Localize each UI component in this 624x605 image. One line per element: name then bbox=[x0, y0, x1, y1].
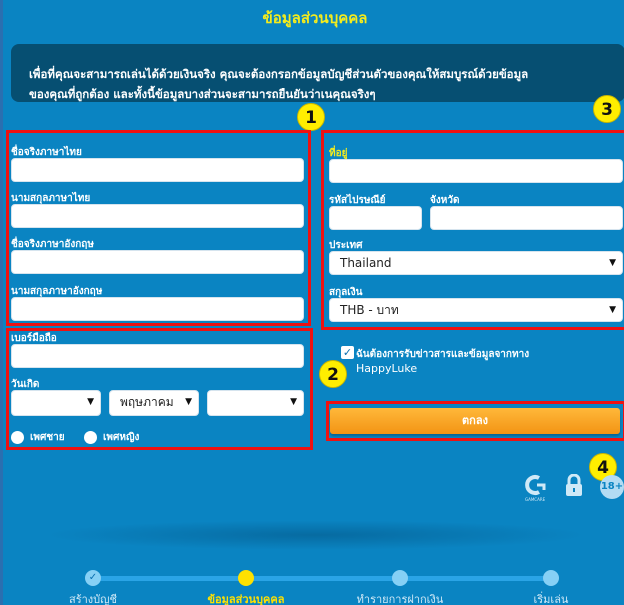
gender-male-option[interactable]: เพศชาย bbox=[11, 430, 65, 445]
age-18-icon: 18+ bbox=[600, 475, 624, 499]
dropdown-arrow-icon: ▼ bbox=[609, 258, 616, 268]
info-text-line1: เพื่อที่คุณจะสามารถเล่นได้ด้วยเงินจริง ค… bbox=[29, 67, 529, 81]
birth-day-select[interactable]: ▼ bbox=[11, 390, 101, 416]
submit-button[interactable]: ตกลง bbox=[330, 408, 620, 434]
newsletter-label-line1: ฉันต้องการรับข่าวสารและข้อมูลจากทาง bbox=[356, 349, 530, 360]
step-1-check-icon: ✓ bbox=[85, 570, 101, 586]
gamcare-icon bbox=[525, 474, 549, 498]
step-1-label: สร้างบัญชี bbox=[69, 593, 117, 605]
gender-female-option[interactable]: เพศหญิง bbox=[84, 430, 139, 445]
address-input[interactable] bbox=[329, 159, 623, 183]
mobile-input[interactable] bbox=[11, 344, 304, 368]
annotation-badge-1: 1 bbox=[297, 103, 325, 131]
country-value: Thailand bbox=[340, 256, 392, 270]
first-name-th-input[interactable] bbox=[11, 158, 304, 182]
gamcare-text: GAMCARE bbox=[525, 497, 546, 502]
postcode-input[interactable] bbox=[329, 206, 422, 230]
last-name-en-input[interactable] bbox=[11, 297, 304, 321]
gender-male-label: เพศชาย bbox=[30, 432, 65, 443]
step-4-dot bbox=[543, 570, 559, 586]
step-3-dot bbox=[392, 570, 408, 586]
page-title: ข้อมูลส่วนบุคคล bbox=[262, 9, 368, 27]
last-name-th-input[interactable] bbox=[11, 204, 304, 228]
decorative-shadow bbox=[43, 520, 588, 550]
dropdown-arrow-icon: ▼ bbox=[290, 397, 297, 407]
step-2-label: ข้อมูลส่วนบุคคล bbox=[207, 593, 285, 605]
info-banner: เพื่อที่คุณจะสามารถเล่นได้ด้วยเงินจริง ค… bbox=[11, 44, 624, 102]
dropdown-arrow-icon: ▼ bbox=[185, 397, 192, 407]
annotation-badge-3: 3 bbox=[593, 95, 621, 123]
progress-track bbox=[93, 576, 551, 581]
country-select[interactable]: Thailand ▼ bbox=[329, 251, 623, 275]
birth-month-value: พฤษภาคม bbox=[120, 395, 174, 409]
dropdown-arrow-icon: ▼ bbox=[609, 305, 616, 315]
info-text-line2: ของคุณที่ถูกต้อง และทั้งนี้ข้อมูลบางส่วน… bbox=[29, 87, 376, 101]
first-name-en-input[interactable] bbox=[11, 250, 304, 274]
province-input[interactable] bbox=[430, 206, 623, 230]
step-3-label: ทำรายการฝากเงิน bbox=[356, 593, 444, 605]
newsletter-label-line2: HappyLuke bbox=[356, 362, 418, 375]
dropdown-arrow-icon: ▼ bbox=[87, 397, 94, 407]
gender-female-label: เพศหญิง bbox=[103, 432, 140, 443]
birth-month-select[interactable]: พฤษภาคม ▼ bbox=[109, 390, 199, 416]
step-2-dot bbox=[238, 570, 254, 586]
gender-female-radio[interactable] bbox=[84, 431, 97, 444]
currency-value: THB - บาท bbox=[340, 303, 399, 317]
birth-year-select[interactable]: ▼ bbox=[207, 390, 304, 416]
annotation-badge-2: 2 bbox=[319, 360, 347, 388]
lock-icon bbox=[564, 473, 584, 496]
gender-male-radio[interactable] bbox=[11, 431, 24, 444]
newsletter-checkbox[interactable]: ✓ bbox=[341, 346, 354, 359]
currency-select[interactable]: THB - บาท ▼ bbox=[329, 298, 623, 322]
step-4-label: เริ่มเล่น bbox=[533, 593, 569, 605]
